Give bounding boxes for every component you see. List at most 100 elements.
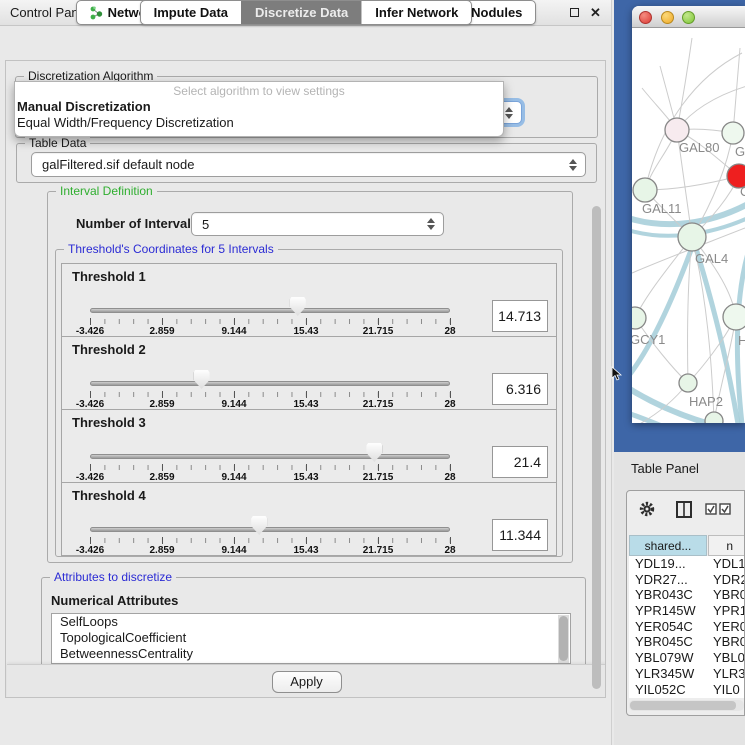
threshold-slider-2[interactable]: -3.4262.8599.14415.4321.71528 xyxy=(90,370,450,410)
slider-thumb[interactable] xyxy=(290,297,306,316)
scrollbar-thumb[interactable] xyxy=(630,701,736,710)
slider-thumb[interactable] xyxy=(366,443,382,462)
node-label-gal11: GAL11 xyxy=(642,201,682,216)
table-row[interactable]: YPR145W YPR1 xyxy=(629,603,745,619)
GCY1-node[interactable] xyxy=(632,307,646,329)
scrollbar-thumb[interactable] xyxy=(559,616,568,661)
scrollbar-thumb[interactable] xyxy=(592,206,601,689)
node-label-gal80: GAL80 xyxy=(679,140,719,155)
attributes-list[interactable]: SelfLoopsTopologicalCoefficientBetweenne… xyxy=(51,613,571,664)
major-tick xyxy=(234,318,235,325)
algorithm-option-manual-discretization[interactable]: Manual Discretization xyxy=(17,99,151,114)
slider-track[interactable] xyxy=(90,381,450,386)
cell-name[interactable]: YBR0 xyxy=(713,634,745,650)
threshold-value-field[interactable]: 11.344 xyxy=(492,519,548,551)
slider-track[interactable] xyxy=(90,308,450,313)
slider-track[interactable] xyxy=(90,454,450,459)
major-tick xyxy=(90,318,91,325)
number-of-intervals-label: Number of Intervals xyxy=(76,216,198,231)
apply-button[interactable]: Apply xyxy=(272,671,342,693)
algorithm-dropdown-popup: Select algorithm to view settings Manual… xyxy=(14,81,504,137)
tab-discretize-data[interactable]: Discretize Data xyxy=(241,1,361,24)
table-row[interactable]: YBR043C YBR0 xyxy=(629,587,745,603)
cell-shared-name[interactable]: YDL19... xyxy=(635,556,686,572)
attributes-group-label: Attributes to discretize xyxy=(50,570,176,584)
gear-icon[interactable] xyxy=(637,499,657,519)
thresholds-group-label: Threshold's Coordinates for 5 Intervals xyxy=(64,242,278,256)
columns-icon[interactable] xyxy=(674,499,694,519)
combo-stepper-icon xyxy=(569,158,578,172)
cell-shared-name[interactable]: YBL079W xyxy=(635,650,694,666)
table-data-combobox[interactable]: galFiltered.sif default node xyxy=(31,152,586,177)
threshold-value-field[interactable]: 6.316 xyxy=(492,373,548,405)
table-row[interactable]: YDL19... YDL1 xyxy=(629,556,745,572)
mac-minimize-icon[interactable] xyxy=(661,11,674,24)
slider-track[interactable] xyxy=(90,527,450,532)
attributes-scrollbar[interactable] xyxy=(558,615,569,664)
table-row[interactable]: YER054C YER0 xyxy=(629,619,745,635)
algorithm-option-equal-width-frequency-discretization[interactable]: Equal Width/Frequency Discretization xyxy=(17,115,234,130)
major-tick xyxy=(162,537,163,544)
threshold-slider-4[interactable]: -3.4262.8599.14415.4321.71528 xyxy=(90,516,450,556)
cell-shared-name[interactable]: YBR045C xyxy=(635,634,693,650)
threshold-value-field[interactable]: 14.713 xyxy=(492,300,548,332)
number-of-intervals-combobox[interactable]: 5 xyxy=(191,212,444,236)
slider-thumb[interactable] xyxy=(251,516,267,535)
cell-shared-name[interactable]: YPR145W xyxy=(635,603,696,619)
GAL4-node[interactable] xyxy=(678,223,706,251)
network-edge[interactable] xyxy=(645,176,739,190)
cell-name[interactable]: YER0 xyxy=(713,619,745,635)
cell-name[interactable]: YDR2 xyxy=(713,572,745,588)
table-row[interactable]: YBR045C YBR0 xyxy=(629,634,745,650)
bottom-node[interactable] xyxy=(705,412,723,423)
cell-shared-name[interactable]: YER054C xyxy=(635,619,693,635)
content-scrollbar[interactable] xyxy=(591,206,602,689)
threshold-label: Threshold 4 xyxy=(72,488,146,503)
unnamed-node-top[interactable] xyxy=(722,122,744,144)
network-window-titlebar[interactable] xyxy=(632,6,745,28)
cell-shared-name[interactable]: YLR345W xyxy=(635,666,694,682)
cell-name[interactable]: YBL0 xyxy=(713,650,745,666)
GAL11-node[interactable] xyxy=(633,178,657,202)
table-row[interactable]: YLR345W YLR3 xyxy=(629,666,745,682)
tab-impute-data[interactable]: Impute Data xyxy=(141,1,241,24)
table-horizontal-scrollbar[interactable] xyxy=(629,700,744,711)
GAL80-node[interactable] xyxy=(665,118,689,142)
attribute-item-topologicalcoefficient[interactable]: TopologicalCoefficient xyxy=(52,630,570,646)
major-tick xyxy=(306,537,307,544)
cell-name[interactable]: YIL0 xyxy=(713,682,740,698)
table-row[interactable]: YDR27... YDR2 xyxy=(629,572,745,588)
tab-infer-network[interactable]: Infer Network xyxy=(361,1,471,24)
major-tick xyxy=(378,391,379,398)
H-node[interactable] xyxy=(723,304,745,330)
tick-label: 28 xyxy=(444,545,455,556)
threshold-slider-1[interactable]: -3.4262.8599.14415.4321.71528 xyxy=(90,297,450,337)
mac-close-icon[interactable] xyxy=(639,11,652,24)
node-label-gal4: GAL4 xyxy=(695,251,728,266)
cell-name[interactable]: YLR3 xyxy=(713,666,745,682)
slider-thumb[interactable] xyxy=(194,370,210,389)
cell-name[interactable]: YDL1 xyxy=(713,556,745,572)
column-header-name[interactable]: n xyxy=(708,535,745,556)
cell-name[interactable]: YBR0 xyxy=(713,587,745,603)
table-row[interactable]: YIL052C YIL0 xyxy=(629,682,745,698)
attribute-item-selfloops[interactable]: SelfLoops xyxy=(52,614,570,630)
cell-shared-name[interactable]: YIL052C xyxy=(635,682,686,698)
attribute-item-betweennesscentrality[interactable]: BetweennessCentrality xyxy=(52,646,570,662)
table-row[interactable]: YBL079W YBL0 xyxy=(629,650,745,666)
network-view-window: GAL80GACGAL11GAL4GCY1HHAP2 xyxy=(632,6,745,423)
HAP2-node[interactable] xyxy=(679,374,697,392)
network-canvas[interactable]: GAL80GACGAL11GAL4GCY1HHAP2 xyxy=(632,28,745,423)
checkbox-columns-icon[interactable] xyxy=(704,499,734,519)
network-edge[interactable] xyxy=(645,53,742,190)
column-header-shared-name[interactable]: shared... xyxy=(629,535,707,556)
combo-stepper-icon xyxy=(427,217,436,231)
cell-name[interactable]: YPR1 xyxy=(713,603,745,619)
threshold-value-field[interactable]: 21.4 xyxy=(492,446,548,478)
cell-shared-name[interactable]: YDR27... xyxy=(635,572,688,588)
mac-zoom-icon[interactable] xyxy=(682,11,695,24)
cell-shared-name[interactable]: YBR043C xyxy=(635,587,693,603)
tick-label: 9.144 xyxy=(221,545,246,556)
threshold-slider-3[interactable]: -3.4262.8599.14415.4321.71528 xyxy=(90,443,450,483)
network-edge[interactable] xyxy=(635,237,692,318)
